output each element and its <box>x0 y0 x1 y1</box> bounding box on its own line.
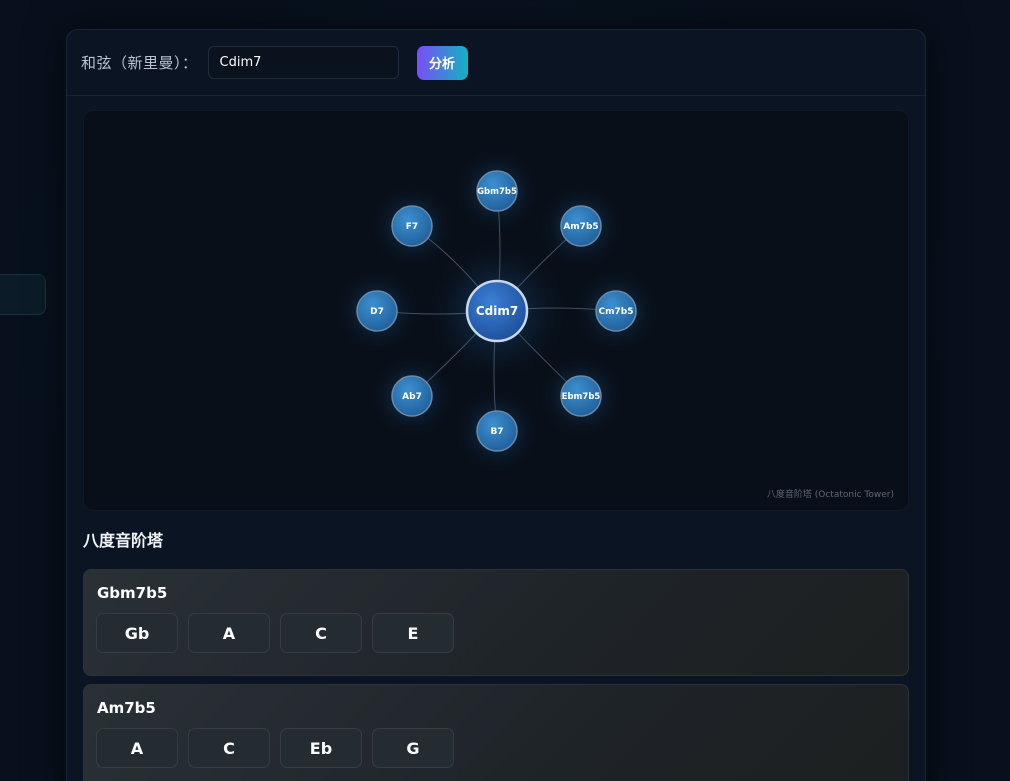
chord-node-label: Gbm7b5 <box>477 187 517 197</box>
chord-label: 和弦（新里曼）： <box>81 54 198 72</box>
section-title: 八度音阶塔 <box>83 531 164 550</box>
note-chip[interactable]: C <box>188 728 270 768</box>
note-chip[interactable]: E <box>372 613 454 653</box>
chord-node-label: Cm7b5 <box>599 307 634 317</box>
analyze-button[interactable]: 分析 <box>416 45 468 80</box>
card-title: Am7b5 <box>97 699 156 717</box>
chord-node-label: B7 <box>490 427 503 437</box>
note-chip[interactable]: C <box>280 613 362 653</box>
card-title: Gbm7b5 <box>97 584 168 602</box>
note-chip[interactable]: A <box>96 728 178 768</box>
side-tab-stub[interactable] <box>0 274 46 315</box>
graph-caption: 八度音阶塔 (Octatonic Tower) <box>766 490 894 500</box>
chord-node-label: F7 <box>406 222 418 232</box>
graph-canvas: Cdim7 Gbm7b5 Am7b5 Cm7b5 Ebm7b5 B7 Ab7 D7 F7 <box>335 149 658 473</box>
chord-node-label: Ebm7b5 <box>562 392 601 402</box>
chord-input[interactable] <box>207 46 399 79</box>
chord-card: Gbm7b5 Gb A C E <box>83 569 909 676</box>
center-node-label: Cdim7 <box>476 304 518 318</box>
note-chip[interactable]: A <box>188 613 270 653</box>
note-chip[interactable]: G <box>372 728 454 768</box>
note-chip[interactable]: Gb <box>96 613 178 653</box>
note-chip[interactable]: Eb <box>280 728 362 768</box>
chord-node-label: D7 <box>370 307 384 317</box>
main-panel: 和弦（新里曼）： 分析 Cdim7Gbm7 <box>66 29 926 781</box>
chord-node-label: Am7b5 <box>563 222 598 232</box>
chord-card: Am7b5 A C Eb G <box>83 684 909 781</box>
octatonic-graph: Cdim7 Gbm7b5 Am7b5 Cm7b5 Ebm7b5 B7 Ab7 D7 F7 八度音… <box>83 110 909 511</box>
note-row: A C Eb G <box>96 728 454 768</box>
note-row: Gb A C E <box>96 613 454 653</box>
chord-header: 和弦（新里曼）： 分析 <box>67 30 925 96</box>
chord-node-label: Ab7 <box>402 392 422 402</box>
